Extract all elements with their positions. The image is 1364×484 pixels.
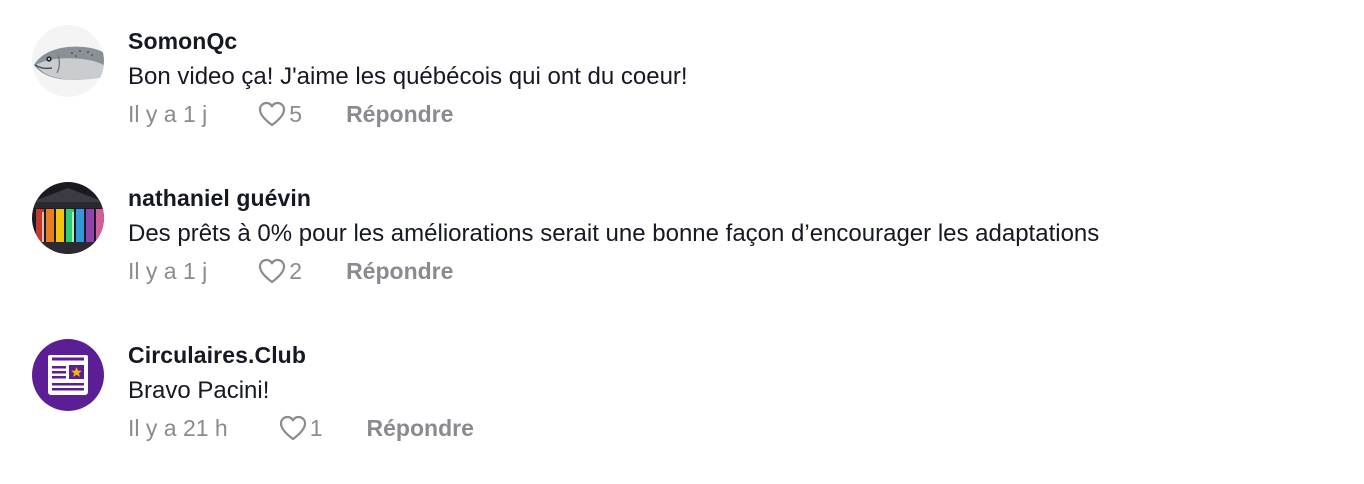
- heart-icon: [259, 258, 286, 284]
- comment-text: Bon video ça! J'aime les québécois qui o…: [128, 63, 688, 90]
- comment-time: Il y a 1 j: [128, 100, 208, 127]
- heart-icon: [279, 415, 306, 441]
- comment-meta: Il y a 1 j 5 Répondre: [128, 97, 453, 131]
- heart-icon: [259, 101, 286, 127]
- comment-username[interactable]: SomonQc: [128, 28, 237, 55]
- building-rainbow-lights-icon: [32, 182, 104, 254]
- comment-time: Il y a 1 j: [128, 257, 208, 284]
- salmon-icon: [32, 25, 104, 97]
- comment-text: Des prêts à 0% pour les améliorations se…: [128, 220, 1100, 247]
- like-count: 5: [289, 100, 303, 127]
- comment-username[interactable]: Circulaires.Club: [128, 342, 306, 369]
- comment-item: nathaniel guévin Des prêts à 0% pour les…: [32, 182, 1332, 302]
- avatar[interactable]: [32, 182, 104, 254]
- comment-username[interactable]: nathaniel guévin: [128, 185, 311, 212]
- reply-button[interactable]: Répondre: [367, 415, 474, 442]
- avatar[interactable]: [32, 25, 104, 97]
- newspaper-star-icon: [32, 339, 104, 411]
- comment-meta: Il y a 1 j 2 Répondre: [128, 254, 453, 288]
- comment-meta: Il y a 21 h 1 Répondre: [128, 411, 474, 445]
- like-button[interactable]: 2: [257, 257, 302, 285]
- reply-button[interactable]: Répondre: [346, 258, 453, 285]
- like-count: 2: [289, 257, 303, 284]
- comment-time: Il y a 21 h: [128, 414, 228, 441]
- comment-item: SomonQc Bon video ça! J'aime les québéco…: [32, 25, 1332, 145]
- avatar[interactable]: [32, 339, 104, 411]
- like-count: 1: [309, 414, 323, 441]
- comment-item: Circulaires.Club Bravo Pacini! Il y a 21…: [32, 339, 1332, 459]
- like-button[interactable]: 5: [257, 100, 302, 128]
- like-button[interactable]: 1: [278, 414, 323, 442]
- reply-button[interactable]: Répondre: [346, 101, 453, 128]
- comment-text: Bravo Pacini!: [128, 377, 270, 404]
